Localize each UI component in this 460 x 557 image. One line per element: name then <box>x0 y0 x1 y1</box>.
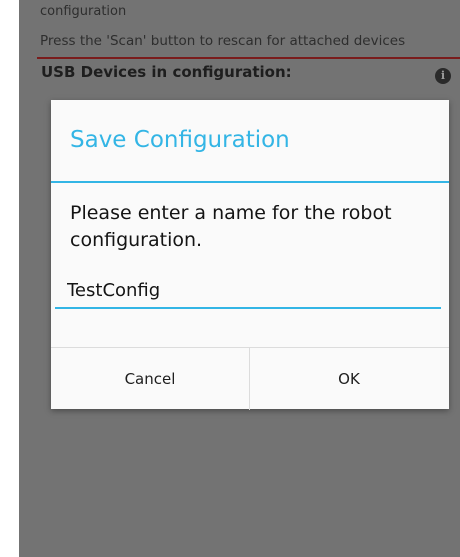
dialog-button-bar: Cancel OK <box>51 347 449 410</box>
cancel-button[interactable]: Cancel <box>51 348 249 410</box>
ok-button[interactable]: OK <box>250 348 448 410</box>
scan-instructions-text: Press the 'Scan' button to rescan for at… <box>40 33 406 49</box>
dialog-title: Save Configuration <box>70 127 290 153</box>
dialog-message: Please enter a name for the robot config… <box>70 202 392 251</box>
background-text-configuration: configuration <box>40 4 127 19</box>
save-configuration-dialog: Save Configuration Please enter a name f… <box>51 100 449 410</box>
usb-devices-heading: USB Devices in configuration: <box>41 63 292 81</box>
title-divider <box>51 181 449 183</box>
config-name-input[interactable] <box>55 273 441 309</box>
info-icon[interactable]: i <box>435 68 451 84</box>
section-divider <box>37 57 460 59</box>
